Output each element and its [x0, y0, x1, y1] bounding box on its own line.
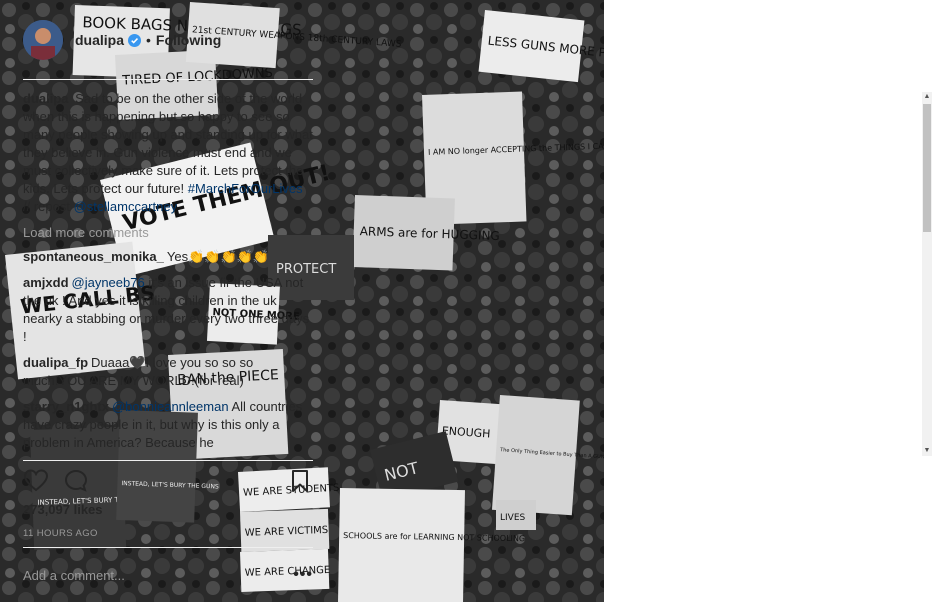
heart-icon[interactable] — [23, 468, 49, 494]
list-item: dualipa_fp Duaaa🖤I love you so so so much… — [23, 354, 313, 390]
verified-badge-icon — [128, 33, 142, 47]
mention-link[interactable]: @bonnieannleeman — [112, 399, 229, 414]
actions-divider — [23, 460, 313, 461]
caption: dualipa Sad to be on the other side of t… — [23, 90, 313, 216]
comment-username[interactable]: spontaneous_monika_ — [23, 249, 164, 264]
more-options-icon[interactable]: ••• — [293, 566, 313, 584]
comment-username[interactable]: dualipa_fp — [23, 355, 88, 370]
list-item: spontaneous_monika_ Yes👏👏👏👏👏 — [23, 248, 313, 266]
caption-repost: // repost — [23, 199, 74, 214]
caption-username[interactable]: dualipa — [23, 91, 69, 106]
post-timestamp[interactable]: 11 HOURS AGO — [23, 528, 98, 539]
bookmark-icon[interactable] — [287, 468, 313, 494]
comment-divider — [23, 547, 313, 548]
comments-scrollbar[interactable]: ▲ ▼ — [922, 92, 932, 456]
post-panel — [604, 0, 933, 602]
post-header: dualipa • Following — [23, 18, 313, 62]
avatar[interactable] — [23, 20, 63, 60]
scroll-thumb[interactable] — [923, 104, 931, 232]
header-divider — [23, 79, 313, 80]
list-item: amjxdd @jayneeb76 it's an issue fir the U… — [23, 274, 313, 346]
list-item: starry_n1ghtx @bonnieannleeman All countr… — [23, 398, 313, 452]
comment-icon[interactable] — [63, 468, 89, 494]
add-comment-field[interactable]: Add a comment... ••• — [23, 566, 313, 584]
load-more-comments-button[interactable]: Load more comments — [23, 224, 313, 242]
scroll-down-arrow-icon[interactable]: ▼ — [922, 446, 932, 456]
mention-link[interactable]: @jayneeb76 — [72, 275, 145, 290]
following-button[interactable]: Following — [156, 32, 221, 48]
mention-link[interactable]: @stellamccartney — [74, 199, 178, 214]
likes-count[interactable]: 273,097 likes — [23, 502, 103, 517]
separator-dot: • — [146, 32, 151, 48]
comments-list[interactable]: dualipa Sad to be on the other side of t… — [23, 90, 313, 458]
action-bar — [23, 468, 313, 494]
hashtag-link[interactable]: #MarchForOurLives — [188, 181, 303, 196]
comment-username[interactable]: amjxdd — [23, 275, 69, 290]
comment-text: Yes👏👏👏👏👏 — [166, 249, 270, 264]
author-username[interactable]: dualipa — [75, 32, 124, 48]
comment-username[interactable]: starry_n1ghtx — [23, 399, 109, 414]
sign-text: LIVES — [500, 513, 526, 523]
add-comment-placeholder[interactable]: Add a comment... — [23, 568, 125, 583]
scroll-up-arrow-icon[interactable]: ▲ — [922, 92, 932, 102]
